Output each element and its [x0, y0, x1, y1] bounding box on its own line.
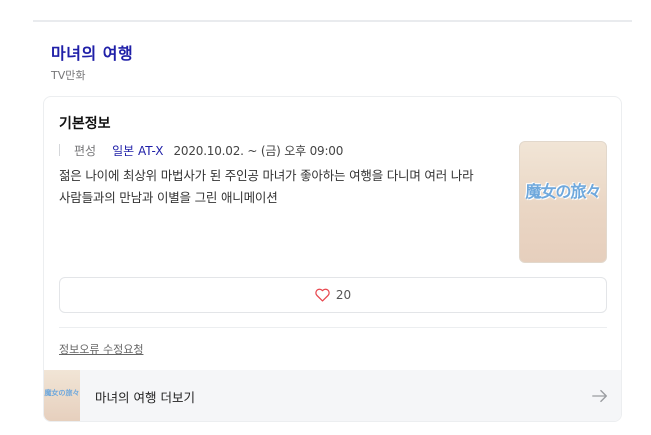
heart-outline-icon — [315, 288, 330, 302]
arrow-right-icon — [592, 389, 607, 403]
category-label: TV만화 — [51, 69, 86, 82]
more-thumbnail: 魔女の旅々 — [44, 370, 80, 421]
more-link-bar[interactable]: 魔女の旅々 마녀의 여행 더보기 — [44, 370, 621, 421]
top-divider — [33, 20, 632, 22]
broadcast-row: 편성 일본 AT-X 2020.10.02. ~ (금) 오후 09:00 — [59, 142, 344, 159]
page-title[interactable]: 마녀의 여행 — [51, 40, 133, 64]
like-button[interactable]: 20 — [59, 277, 607, 313]
section-title: 기본정보 — [59, 116, 111, 132]
info-bar-marker — [59, 144, 60, 156]
broadcast-channel-link[interactable]: 일본 AT-X — [112, 142, 163, 159]
broadcast-label: 편성 — [74, 143, 97, 158]
info-card: 기본정보 편성 일본 AT-X 2020.10.02. ~ (금) 오후 09:… — [43, 96, 622, 422]
broadcast-date: 2020.10.02. ~ (금) 오후 09:00 — [173, 143, 344, 158]
description: 젊은 나이에 최상위 마법사가 된 주인공 마녀가 좋아하는 여행을 다니며 여… — [59, 168, 474, 205]
report-error-link[interactable]: 정보오류 수정요청 — [59, 341, 143, 357]
poster-image[interactable]: 魔女の旅々 — [519, 141, 607, 263]
thumbnail-logo: 魔女の旅々 — [44, 388, 80, 397]
card-divider — [59, 327, 607, 328]
like-count: 20 — [335, 288, 352, 302]
poster-logo: 魔女の旅々 — [525, 182, 601, 201]
more-label: 마녀의 여행 더보기 — [95, 389, 195, 405]
